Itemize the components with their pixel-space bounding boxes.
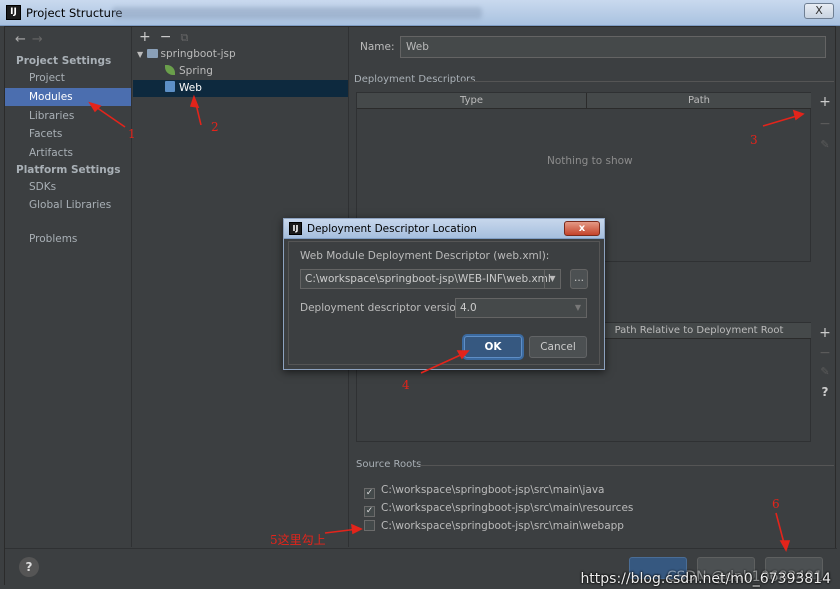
- source-root-webapp[interactable]: C:\workspace\springboot-jsp\src\main\web…: [364, 517, 624, 535]
- annotation-2: 2: [211, 120, 219, 134]
- checkbox-java[interactable]: ✓: [364, 488, 375, 499]
- remove-icon[interactable]: −: [160, 29, 172, 45]
- version-value: 4.0: [460, 302, 477, 314]
- annotation-5: 5这里勾上: [270, 533, 326, 547]
- nav-arrows: ← →: [15, 32, 43, 47]
- dialog-titlebar: IJ Deployment Descriptor Location x: [284, 219, 604, 239]
- tree-node-web-label: Web: [179, 82, 202, 94]
- copy-icon[interactable]: ⧉: [180, 31, 188, 44]
- window-close-button[interactable]: X: [804, 3, 834, 19]
- module-folder-icon: [146, 49, 158, 58]
- sidebar-item-artifacts[interactable]: Artifacts: [5, 144, 131, 162]
- blurred-path: [112, 7, 482, 19]
- sidebar-item-problems[interactable]: Problems: [5, 230, 131, 248]
- sidebar-item-modules[interactable]: Modules: [5, 88, 131, 106]
- version-label: Deployment descriptor version: [300, 302, 463, 314]
- deployment-descriptors-title: Deployment Descriptors: [354, 74, 476, 85]
- remove-descriptor-icon[interactable]: −: [815, 116, 835, 132]
- help-icon[interactable]: ?: [815, 385, 835, 399]
- dialog-title: Deployment Descriptor Location: [307, 223, 477, 235]
- annotation-3: 3: [750, 133, 758, 147]
- add-resource-icon[interactable]: +: [815, 325, 835, 341]
- deployment-descriptor-location-dialog: IJ Deployment Descriptor Location x Web …: [283, 218, 605, 370]
- dialog-ok-button[interactable]: OK: [464, 336, 522, 358]
- dropdown-arrow-icon[interactable]: ▼: [570, 299, 586, 317]
- watermark-url: https://blog.csdn.net/m0_67393814: [580, 571, 831, 587]
- sidebar-item-sdks[interactable]: SDKs: [5, 178, 131, 196]
- edit-descriptor-icon[interactable]: ✎: [815, 138, 835, 151]
- add-descriptor-icon[interactable]: +: [815, 94, 835, 110]
- section-platform-settings: Platform Settings: [16, 164, 121, 176]
- browse-button[interactable]: ...: [570, 269, 588, 289]
- dialog-cancel-button[interactable]: Cancel: [529, 336, 587, 358]
- annotation-6: 6: [772, 497, 780, 511]
- settings-sidebar: ← → Project Settings Project Modules Libr…: [5, 27, 132, 547]
- column-header-type[interactable]: Type: [357, 93, 587, 109]
- name-field[interactable]: Web: [400, 36, 826, 58]
- annotation-1: 1: [128, 127, 136, 141]
- tree-root-label: springboot-jsp: [160, 48, 236, 60]
- descriptor-path-combo[interactable]: C:\workspace\springboot-jsp\WEB-INF\web.…: [300, 269, 561, 289]
- descriptor-path-value: C:\workspace\springboot-jsp\WEB-INF\web.…: [305, 273, 551, 285]
- intellij-icon: IJ: [289, 222, 302, 235]
- spring-leaf-icon: [165, 65, 175, 75]
- tree-node-spring[interactable]: Spring: [165, 63, 345, 80]
- column-header-relative-path[interactable]: Path Relative to Deployment Root: [587, 323, 811, 339]
- source-root-java-label: C:\workspace\springboot-jsp\src\main\jav…: [381, 484, 605, 496]
- group-divider: [420, 465, 834, 466]
- checkbox-webapp[interactable]: [364, 520, 375, 531]
- name-label: Name:: [360, 41, 395, 53]
- intellij-icon: IJ: [6, 5, 21, 20]
- tree-node-spring-label: Spring: [179, 65, 213, 77]
- dialog-body: Web Module Deployment Descriptor (web.xm…: [288, 241, 600, 365]
- column-header-path[interactable]: Path: [587, 93, 811, 109]
- descriptor-label: Web Module Deployment Descriptor (web.xm…: [300, 250, 550, 262]
- sidebar-item-project[interactable]: Project: [5, 69, 131, 87]
- version-combo[interactable]: 4.0 ▼: [455, 298, 587, 318]
- remove-resource-icon[interactable]: −: [815, 345, 835, 361]
- annotation-4: 4: [402, 378, 410, 392]
- sidebar-item-facets[interactable]: Facets: [5, 125, 131, 143]
- group-divider: [462, 81, 834, 82]
- window-titlebar: IJ Project Structure X: [0, 0, 840, 26]
- tree-node-root[interactable]: ▼ springboot-jsp: [137, 46, 236, 63]
- web-facet-icon: [165, 81, 175, 92]
- dialog-close-button[interactable]: x: [564, 221, 600, 236]
- expand-triangle-icon[interactable]: ▼: [137, 50, 143, 59]
- checkbox-resources[interactable]: ✓: [364, 506, 375, 517]
- sidebar-item-global-libraries[interactable]: Global Libraries: [5, 196, 131, 214]
- source-root-java[interactable]: ✓ C:\workspace\springboot-jsp\src\main\ja…: [364, 481, 605, 499]
- dropdown-arrow-icon[interactable]: ▼: [544, 270, 560, 288]
- help-button[interactable]: ?: [19, 557, 39, 577]
- source-root-resources[interactable]: ✓ C:\workspace\springboot-jsp\src\main\re…: [364, 499, 633, 517]
- section-project-settings: Project Settings: [16, 55, 112, 67]
- source-roots-title: Source Roots: [356, 459, 422, 470]
- source-root-webapp-label: C:\workspace\springboot-jsp\src\main\web…: [381, 520, 624, 532]
- window-title: Project Structure: [26, 6, 123, 20]
- source-root-resources-label: C:\workspace\springboot-jsp\src\main\res…: [381, 502, 634, 514]
- back-arrow-icon[interactable]: ←: [15, 32, 26, 47]
- add-icon[interactable]: +: [139, 29, 151, 45]
- dialog-button-bar: ? CSDN @dnb10683401 https://blog.csdn.ne…: [5, 548, 837, 587]
- tree-node-web[interactable]: Web: [133, 80, 348, 97]
- empty-table-text: Nothing to show: [547, 155, 633, 167]
- sidebar-item-libraries[interactable]: Libraries: [5, 107, 131, 125]
- edit-resource-icon[interactable]: ✎: [815, 365, 835, 378]
- forward-arrow-icon[interactable]: →: [32, 32, 43, 47]
- tree-toolbar: + − ⧉: [139, 29, 197, 45]
